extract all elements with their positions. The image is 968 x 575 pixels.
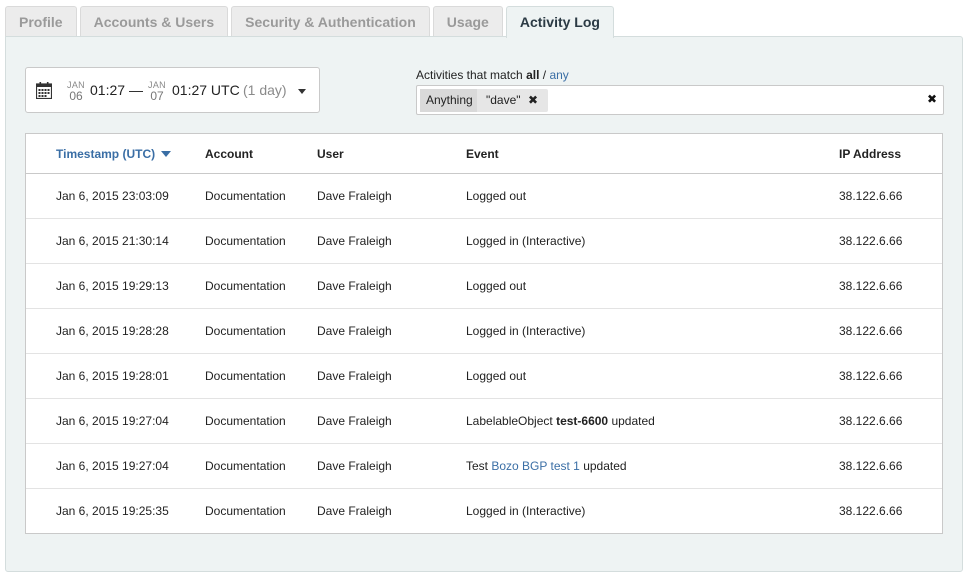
column-header-user[interactable]: User <box>317 147 344 161</box>
event-object-link[interactable]: Bozo BGP test 1 <box>491 459 580 473</box>
duration-label: (1 day) <box>243 82 287 98</box>
event-suffix: updated <box>611 414 655 428</box>
cell-account: Documentation <box>205 414 286 428</box>
event-prefix: LabelableObject <box>466 414 553 428</box>
cell-timestamp: Jan 6, 2015 19:28:01 <box>56 369 169 383</box>
cell-user: Dave Fraleigh <box>317 504 392 518</box>
activity-filter-input[interactable]: Anything "dave" ✖ ✖ <box>416 85 944 115</box>
tab-security-authentication[interactable]: Security & Authentication <box>231 6 430 37</box>
event-prefix: Test <box>466 459 489 473</box>
date-range-picker[interactable]: JAN 06 01:27 — JAN 07 01:27 UTC (1 day) <box>25 67 320 113</box>
end-date: JAN 07 <box>146 80 168 103</box>
cell-timestamp: Jan 6, 2015 21:30:14 <box>56 234 169 248</box>
column-header-ip-address[interactable]: IP Address <box>839 147 901 161</box>
filter-chip-key: Anything <box>420 89 477 112</box>
tab-accounts-users[interactable]: Accounts & Users <box>79 6 229 37</box>
start-date: JAN 06 <box>65 80 87 103</box>
tab-bar: Profile Accounts & Users Security & Auth… <box>5 6 617 38</box>
table-row: Jan 6, 2015 19:28:01 Documentation Dave … <box>26 354 942 399</box>
activity-match-label: Activities that match all / any <box>416 68 569 82</box>
cell-user: Dave Fraleigh <box>317 189 392 203</box>
activity-table: Timestamp (UTC) Account User Event IP Ad… <box>25 133 943 534</box>
event-suffix: updated <box>583 459 627 473</box>
cell-account: Documentation <box>205 369 286 383</box>
table-row: Jan 6, 2015 21:30:14 Documentation Dave … <box>26 219 942 264</box>
cell-timestamp: Jan 6, 2015 19:28:28 <box>56 324 169 338</box>
table-row: Jan 6, 2015 19:29:13 Documentation Dave … <box>26 264 942 309</box>
cell-account: Documentation <box>205 459 286 473</box>
clear-filter-icon[interactable]: ✖ <box>927 92 937 106</box>
match-prefix: Activities that match <box>416 68 523 82</box>
cell-event: Logged in (Interactive) <box>466 324 586 338</box>
filter-chip: Anything "dave" ✖ <box>420 89 548 112</box>
cell-ip-address: 38.122.6.66 <box>839 369 903 383</box>
cell-event: LabelableObject test-6600 updated <box>466 414 655 428</box>
cell-ip-address: 38.122.6.66 <box>839 504 903 518</box>
match-any-link[interactable]: any <box>549 68 568 82</box>
cell-account: Documentation <box>205 279 286 293</box>
cell-timestamp: Jan 6, 2015 23:03:09 <box>56 189 169 203</box>
cell-event: Logged in (Interactive) <box>466 234 586 248</box>
cell-event: Test Bozo BGP test 1 updated <box>466 459 627 473</box>
cell-ip-address: 38.122.6.66 <box>839 459 903 473</box>
table-header: Timestamp (UTC) Account User Event IP Ad… <box>26 134 942 174</box>
table-row: Jan 6, 2015 19:28:28 Documentation Dave … <box>26 309 942 354</box>
table-row: Jan 6, 2015 19:27:04 Documentation Dave … <box>26 444 942 489</box>
cell-user: Dave Fraleigh <box>317 414 392 428</box>
column-header-timestamp[interactable]: Timestamp (UTC) <box>56 147 172 161</box>
end-time: 01:27 UTC <box>172 82 240 98</box>
cell-timestamp: Jan 6, 2015 19:29:13 <box>56 279 169 293</box>
cell-account: Documentation <box>205 189 286 203</box>
cell-user: Dave Fraleigh <box>317 234 392 248</box>
event-object-name: test-6600 <box>556 414 609 428</box>
cell-ip-address: 38.122.6.66 <box>839 279 903 293</box>
cell-account: Documentation <box>205 504 286 518</box>
table-row: Jan 6, 2015 19:27:04 Documentation Dave … <box>26 399 942 444</box>
tab-usage[interactable]: Usage <box>432 6 503 37</box>
cell-ip-address: 38.122.6.66 <box>839 234 903 248</box>
end-day: 07 <box>150 89 164 103</box>
start-time: 01:27 <box>90 82 126 98</box>
remove-chip-icon[interactable]: ✖ <box>528 89 538 112</box>
cell-ip-address: 38.122.6.66 <box>839 189 903 203</box>
cell-user: Dave Fraleigh <box>317 324 392 338</box>
table-row: Jan 6, 2015 23:03:09 Documentation Dave … <box>26 174 942 219</box>
cell-timestamp: Jan 6, 2015 19:27:04 <box>56 414 169 428</box>
tab-activity-log[interactable]: Activity Log <box>505 6 614 38</box>
cell-timestamp: Jan 6, 2015 19:25:35 <box>56 504 169 518</box>
match-separator: / <box>542 68 547 82</box>
cell-event: Logged out <box>466 369 527 383</box>
cell-account: Documentation <box>205 234 286 248</box>
calendar-icon <box>36 82 52 99</box>
tab-profile[interactable]: Profile <box>5 6 77 37</box>
match-all-option[interactable]: all <box>526 68 539 82</box>
start-day: 06 <box>69 89 83 103</box>
cell-timestamp: Jan 6, 2015 19:27:04 <box>56 459 169 473</box>
cell-event: Logged in (Interactive) <box>466 504 586 518</box>
cell-ip-address: 38.122.6.66 <box>839 324 903 338</box>
cell-account: Documentation <box>205 324 286 338</box>
cell-user: Dave Fraleigh <box>317 279 392 293</box>
date-separator: — <box>129 82 143 98</box>
cell-user: Dave Fraleigh <box>317 459 392 473</box>
column-header-account[interactable]: Account <box>205 147 253 161</box>
column-header-event[interactable]: Event <box>466 147 499 161</box>
filter-chip-value: "dave" <box>486 93 521 107</box>
cell-user: Dave Fraleigh <box>317 369 392 383</box>
cell-event: Logged out <box>466 189 527 203</box>
chevron-down-icon[interactable] <box>298 89 306 94</box>
table-row: Jan 6, 2015 19:25:35 Documentation Dave … <box>26 489 942 534</box>
cell-event: Logged out <box>466 279 527 293</box>
cell-ip-address: 38.122.6.66 <box>839 414 903 428</box>
sort-desc-icon <box>161 150 172 157</box>
